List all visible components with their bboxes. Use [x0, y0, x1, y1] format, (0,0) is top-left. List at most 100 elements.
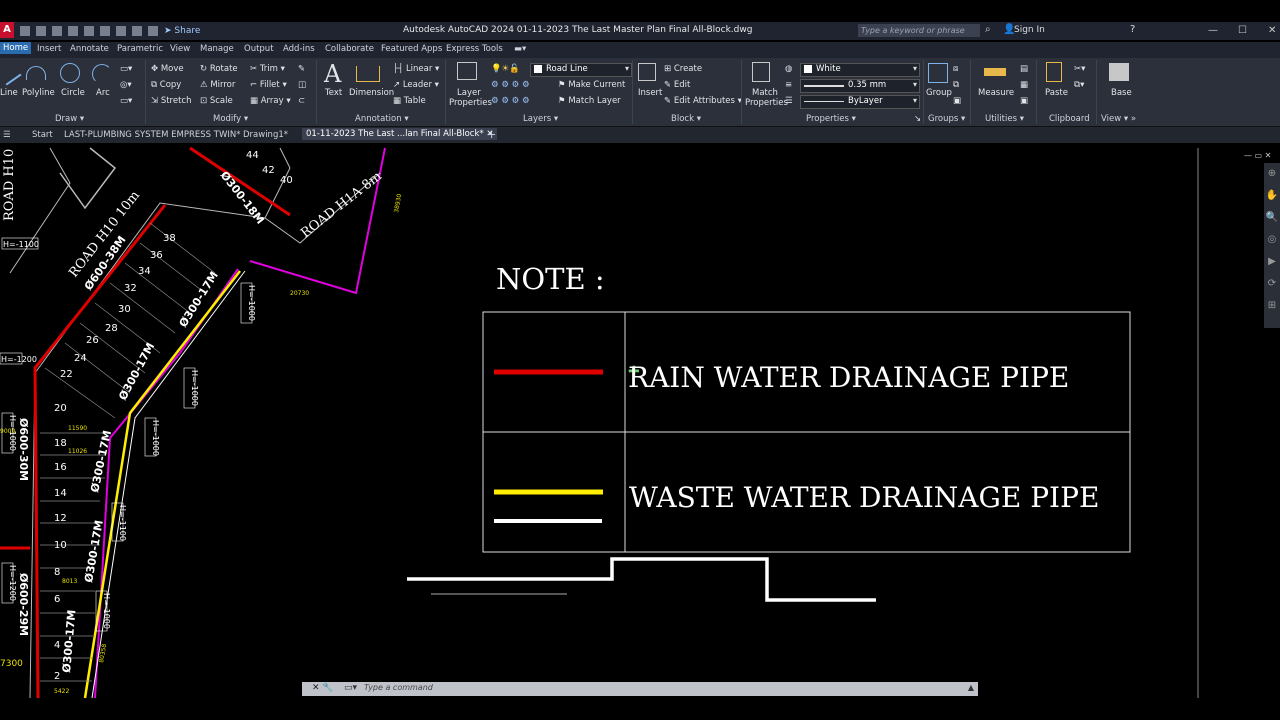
cut-icon[interactable]: ✂▾ — [1074, 64, 1085, 74]
file-tab-master-plan[interactable]: 01-11-2023 The Last ...lan Final All-Blo… — [302, 128, 498, 140]
modify-panel-label[interactable]: Modify ▾ — [213, 114, 248, 124]
dimension-button[interactable]: Dimension — [349, 88, 394, 98]
view-panel-label[interactable]: View ▾ » — [1101, 114, 1136, 124]
close-icon[interactable]: ✕ 🔧 — [312, 683, 334, 693]
text-button[interactable]: Text — [325, 88, 342, 98]
layer-state-icons[interactable]: 💡☀🔓 — [491, 64, 520, 74]
utilities-panel-label[interactable]: Utilities ▾ — [985, 114, 1024, 124]
line-button[interactable]: Line — [0, 88, 18, 98]
rectangle-icon[interactable]: ▭▾ — [120, 64, 132, 74]
search-icon[interactable]: ⌕ — [985, 24, 991, 35]
draw-panel-label[interactable]: Draw ▾ — [55, 114, 84, 124]
drawing-canvas[interactable]: 44 42 40 38 36 34 32 30 28 26 24 22 20 1… — [0, 143, 1280, 720]
share-button[interactable]: ➤ Share — [164, 26, 200, 36]
copy-clip-icon[interactable]: ⧉▾ — [1074, 80, 1084, 90]
tab-parametric[interactable]: Parametric — [117, 44, 163, 54]
id-point-icon[interactable]: ▦ — [1020, 80, 1028, 90]
properties-launcher-icon[interactable]: ↘ — [914, 114, 921, 124]
sign-in-button[interactable]: Sign In — [1014, 25, 1045, 35]
table-button[interactable]: ▦ Table — [393, 96, 426, 106]
viewport-controls[interactable]: — ▭ ✕ — [1244, 151, 1271, 160]
linear-button[interactable]: ├┤ Linear ▾ — [393, 64, 439, 74]
new-tab-icon[interactable]: + — [487, 128, 496, 141]
help-icon[interactable]: ? — [1130, 24, 1135, 35]
circle-button[interactable]: Circle — [61, 88, 85, 98]
match-layer-button[interactable]: ⚑ Match Layer — [558, 96, 621, 106]
insert-button[interactable]: Insert — [638, 88, 662, 98]
match-properties-label-2[interactable]: Properties — [745, 98, 788, 108]
group-edit-icon[interactable]: ⧉ — [953, 80, 959, 90]
quick-calc-icon[interactable]: ▤ — [1020, 64, 1028, 74]
linetype-dropdown[interactable]: ByLayer ▾ — [800, 95, 920, 109]
command-input[interactable]: Type a command — [364, 683, 433, 692]
redo-icon[interactable] — [148, 26, 158, 36]
search-input[interactable]: Type a keyword or phrase — [858, 24, 980, 37]
minimize-icon[interactable]: — — [1208, 25, 1218, 36]
maximize-icon[interactable]: ☐ — [1238, 25, 1247, 36]
open-web-icon[interactable] — [84, 26, 94, 36]
stretch-button[interactable]: ⇲ Stretch — [151, 96, 192, 106]
save-as-icon[interactable] — [68, 26, 78, 36]
tab-express-tools[interactable]: Express Tools — [446, 44, 503, 54]
tab-manage[interactable]: Manage — [200, 44, 234, 54]
tab-annotate[interactable]: Annotate — [70, 44, 109, 54]
fillet-button[interactable]: ⌐ Fillet ▾ — [250, 80, 287, 90]
open-icon[interactable] — [36, 26, 46, 36]
application-menu-icon[interactable]: ☰ — [3, 130, 11, 140]
layer-properties-label-2[interactable]: Properties — [449, 98, 492, 108]
tab-home[interactable]: Home — [0, 42, 32, 54]
tab-output[interactable]: Output — [244, 44, 274, 54]
layer-tool-icons-2[interactable]: ⚙ ⚙ ⚙ ⚙ — [491, 96, 530, 106]
erase-icon[interactable]: ✎ — [298, 64, 305, 74]
plot-icon[interactable] — [116, 26, 126, 36]
layer-dropdown[interactable]: Road Line ▾ — [530, 63, 632, 77]
scale-button[interactable]: ⊡ Scale — [200, 96, 233, 106]
mirror-button[interactable]: ⚠ Mirror — [200, 80, 235, 90]
region-icon[interactable]: ▭▾ — [120, 96, 132, 106]
ungroup-icon[interactable]: ⧈ — [953, 64, 958, 74]
copy-button[interactable]: ⧉ Copy — [151, 80, 181, 90]
edit-block-button[interactable]: ✎ Edit — [664, 80, 690, 90]
arc-button[interactable]: Arc — [96, 88, 110, 98]
file-tab-plumbing[interactable]: LAST-PLUMBING SYSTEM EMPRESS TWIN* — [64, 130, 241, 140]
command-history-icon[interactable]: ▭▾ — [344, 683, 357, 693]
array-button[interactable]: ▦ Array ▾ — [250, 96, 291, 106]
polyline-button[interactable]: Polyline — [22, 88, 55, 98]
create-block-button[interactable]: ⊞ Create — [664, 64, 702, 74]
make-current-button[interactable]: ⚑ Make Current — [558, 80, 625, 90]
tab-featured-apps[interactable]: Featured Apps — [381, 44, 442, 54]
annotation-panel-label[interactable]: Annotation ▾ — [355, 114, 409, 124]
edit-attributes-button[interactable]: ✎ Edit Attributes ▾ — [664, 96, 742, 106]
block-panel-label[interactable]: Block ▾ — [671, 114, 701, 124]
move-button[interactable]: ✥ Move — [151, 64, 184, 74]
chevron-up-icon[interactable]: ▲ — [968, 683, 974, 692]
new-icon[interactable] — [20, 26, 30, 36]
hatch-icon[interactable]: ◎▾ — [120, 80, 132, 90]
groups-panel-label[interactable]: Groups ▾ — [928, 114, 965, 124]
layers-panel-label[interactable]: Layers ▾ — [523, 114, 558, 124]
explode-icon[interactable]: ◫ — [298, 80, 306, 90]
tab-add-ins[interactable]: Add-ins — [283, 44, 315, 54]
rotate-button[interactable]: ↻ Rotate — [200, 64, 238, 74]
save-icon[interactable] — [52, 26, 62, 36]
color-dropdown[interactable]: White ▾ — [800, 63, 920, 77]
save-web-icon[interactable] — [100, 26, 110, 36]
file-tab-start[interactable]: Start — [32, 130, 53, 140]
tab-collaborate[interactable]: Collaborate — [325, 44, 374, 54]
offset-icon[interactable]: ⊂ — [298, 96, 305, 106]
group-button[interactable]: Group — [926, 88, 952, 98]
close-icon[interactable]: ✕ — [1268, 25, 1276, 36]
leader-button[interactable]: ↗ Leader ▾ — [393, 80, 439, 90]
properties-panel-label[interactable]: Properties ▾ — [806, 114, 856, 124]
select-all-icon[interactable]: ▣ — [1020, 96, 1028, 106]
clipboard-panel-label[interactable]: Clipboard — [1049, 114, 1090, 124]
layer-tool-icons-1[interactable]: ⚙ ⚙ ⚙ ⚙ — [491, 80, 530, 90]
base-button[interactable]: Base — [1111, 88, 1132, 98]
autocad-logo[interactable]: A — [0, 22, 14, 38]
layer-properties-label-1[interactable]: Layer — [457, 88, 481, 98]
tab-view[interactable]: View — [170, 44, 190, 54]
paste-button[interactable]: Paste — [1045, 88, 1068, 98]
nav-icons[interactable]: ⊕ ✋ 🔍 ◎ ▶ ⟳ ⊞ — [1264, 163, 1280, 317]
tab-insert[interactable]: Insert — [37, 44, 61, 54]
group-select-icon[interactable]: ▣ — [953, 96, 961, 106]
